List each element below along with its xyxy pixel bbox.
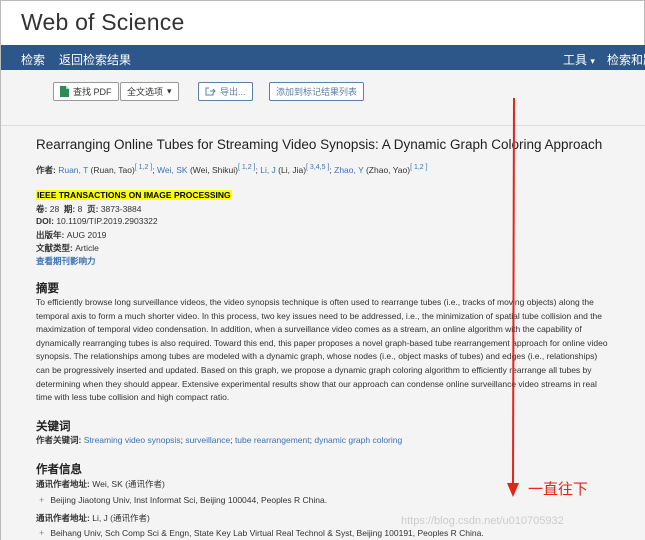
chevron-down-icon: ▾ (167, 86, 172, 96)
journal-impact-line: 查看期刊影响力 (36, 255, 96, 267)
author-affiliation-ref[interactable]: [ 3,4,5 ] (306, 164, 329, 171)
address-row[interactable]: + Beijing Jiaotong Univ, Inst Informat S… (39, 495, 327, 505)
author-link[interactable]: Wei, SK (157, 165, 188, 175)
author-fullname: (Wei, Shikui) (187, 165, 238, 175)
full-text-options-dropdown[interactable]: 全文选项 ▾ (120, 82, 179, 101)
pubdate-value: AUG 2019 (66, 230, 107, 240)
volume-label: 卷: (36, 204, 48, 214)
authors-line: 作者: Ruan, T (Ruan, Tao)[ 1,2 ]; Wei, SK … (36, 164, 428, 176)
doctype-line: 文献类型: Article (36, 242, 99, 254)
corresponding-author-label: 通讯作者地址: (36, 479, 90, 489)
doi-value: 10.1109/TIP.2019.2903322 (56, 216, 158, 226)
pages-label: 页: (87, 204, 99, 214)
author-affiliation-ref[interactable]: [ 1,2 ] (135, 164, 153, 171)
address-row[interactable]: + Beihang Univ, Sch Comp Sci & Engn, Sta… (39, 528, 484, 538)
corresponding-author-value: Wei, SK (通讯作者) (92, 479, 165, 489)
export-button[interactable]: 导出... (198, 82, 253, 101)
nav-tools-label: 工具 (563, 53, 588, 67)
volume-value: 28 (49, 204, 60, 214)
issue-label: 期: (63, 204, 76, 214)
add-to-marked-list-label: 添加到标记结果列表 (276, 87, 358, 97)
pages-value: 3873-3884 (100, 204, 142, 214)
issue-value: 8 (77, 204, 83, 214)
author-fullname: (Ruan, Tao) (88, 165, 135, 175)
record-toolbar: 查找 PDF 全文选项 ▾ 导出... 添加到标记结果列表 (1, 70, 645, 126)
keyword-link[interactable]: surveillance (185, 435, 230, 445)
author-affiliation-ref[interactable]: [ 1,2 ] (238, 164, 256, 171)
address-text: Beijing Jiaotong Univ, Inst Informat Sci… (50, 495, 328, 505)
doctype-value: Article (75, 243, 99, 253)
pubdate-label: 出版年: (36, 230, 65, 240)
author-keywords-line: 作者关键词: Streaming video synopsis; surveil… (36, 434, 402, 446)
author-info-heading: 作者信息 (36, 464, 82, 476)
journal-name: IEEE TRANSACTIONS ON IMAGE PROCESSING (36, 190, 232, 200)
expand-plus-icon[interactable]: + (39, 528, 48, 538)
pubdate-line: 出版年: AUG 2019 (36, 229, 106, 241)
export-icon (205, 87, 216, 96)
find-pdf-label: 查找 PDF (73, 87, 112, 97)
keyword-link[interactable]: Streaming video synopsis (84, 435, 181, 445)
authors-label: 作者: (36, 165, 56, 175)
nav-search-history[interactable]: 检索和跟 (607, 51, 645, 68)
article-title: Rearranging Online Tubes for Streaming V… (36, 137, 603, 152)
find-pdf-button[interactable]: 查找 PDF (53, 82, 119, 101)
author-affiliation-ref[interactable]: [ 1,2 ] (410, 164, 428, 171)
author-link[interactable]: Ruan, T (58, 165, 88, 175)
abstract-text: To efficiently browse long surveillance … (36, 297, 608, 403)
abstract-heading: 摘要 (36, 283, 59, 295)
header: Web of Science (1, 1, 644, 45)
corresponding-author-label: 通讯作者地址: (36, 513, 90, 523)
export-label: 导出... (220, 87, 246, 97)
keywords-heading: 关键词 (36, 421, 71, 433)
corresponding-author-line: 通讯作者地址: Li, J (通讯作者) (36, 512, 150, 524)
pdf-icon (60, 86, 69, 97)
author-link[interactable]: Zhao, Y (334, 165, 363, 175)
nav-tools[interactable]: 工具 ▾ (563, 51, 595, 68)
doi-label: DOI: (36, 216, 54, 226)
app-logo[interactable]: Web of Science (21, 9, 184, 35)
keyword-link[interactable]: tube rearrangement (235, 435, 310, 445)
journal-impact-link[interactable]: 查看期刊影响力 (36, 256, 96, 266)
watermark: https://blog.csdn.net/u010705932 (401, 515, 564, 527)
doi-line: DOI: 10.1109/TIP.2019.2903322 (36, 216, 158, 226)
nav-search[interactable]: 检索 (21, 51, 45, 68)
journal-title[interactable]: IEEE TRANSACTIONS ON IMAGE PROCESSING (36, 190, 232, 200)
full-text-options-label: 全文选项 (127, 87, 164, 97)
top-nav: 检索 返回检索结果 工具 ▾ 检索和跟 (1, 45, 645, 70)
doctype-label: 文献类型: (36, 243, 73, 253)
annotation-label: 一直往下 (528, 480, 589, 498)
corresponding-author-line: 通讯作者地址: Wei, SK (通讯作者) (36, 478, 165, 490)
chevron-down-icon: ▾ (590, 56, 595, 66)
author-fullname: (Li, Jia) (275, 165, 307, 175)
address-text: Beihang Univ, Sch Comp Sci & Engn, State… (50, 528, 484, 538)
expand-plus-icon[interactable]: + (39, 495, 48, 505)
author-keywords-label: 作者关键词: (36, 435, 82, 445)
keyword-link[interactable]: dynamic graph coloring (314, 435, 402, 445)
volume-line: 卷: 28 期: 8 页: 3873-3884 (36, 203, 141, 215)
add-to-marked-list-button[interactable]: 添加到标记结果列表 (269, 82, 365, 101)
corresponding-author-value: Li, J (通讯作者) (92, 513, 150, 523)
author-fullname: (Zhao, Yao) (363, 165, 411, 175)
author-link[interactable]: Li, J (260, 165, 276, 175)
nav-back-to-results[interactable]: 返回检索结果 (59, 51, 131, 68)
